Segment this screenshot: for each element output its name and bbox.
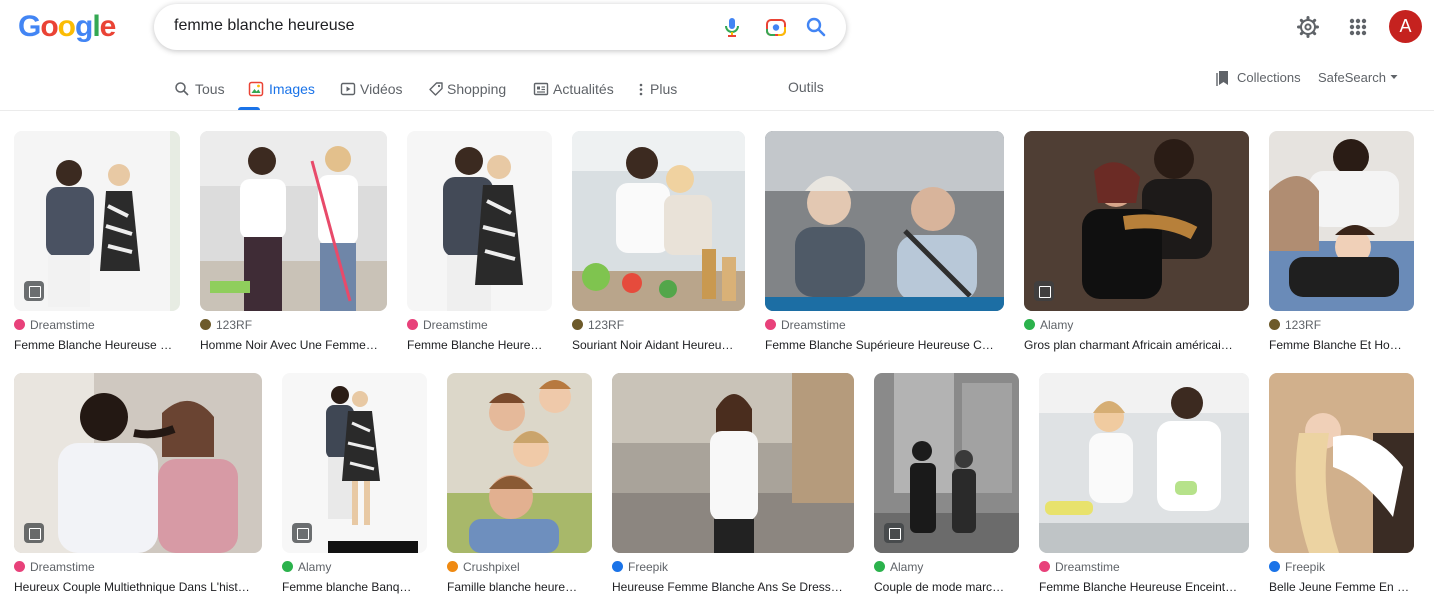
- result-thumbnail[interactable]: [282, 373, 427, 553]
- result-source[interactable]: Freepik: [612, 560, 668, 574]
- logo-letter: o: [40, 10, 58, 43]
- photo-couple-sofa: [1269, 131, 1414, 311]
- result-source[interactable]: Dreamstime: [765, 318, 846, 332]
- logo-letter: l: [92, 10, 100, 43]
- result-title[interactable]: Femme Blanche Supérieure Heureuse C…: [765, 338, 1004, 352]
- result-thumbnail[interactable]: [765, 131, 1004, 311]
- photo-couple-dishes: [1039, 373, 1249, 553]
- result-thumbnail[interactable]: [874, 373, 1019, 553]
- camera-lens-icon[interactable]: [764, 15, 788, 39]
- search-input[interactable]: femme blanche heureuse: [174, 17, 355, 35]
- result-title[interactable]: Femme Blanche Heureuse …: [14, 338, 180, 352]
- result-source[interactable]: Alamy: [1024, 318, 1073, 332]
- more-vert-icon: [639, 83, 643, 96]
- result-source[interactable]: 123RF: [1269, 318, 1321, 332]
- photo-couple-outdoor: [14, 373, 262, 553]
- image-badge-icon: [24, 281, 44, 301]
- result-title[interactable]: Heureuse Femme Blanche Ans Se Dress…: [612, 580, 854, 594]
- logo-letter: g: [75, 10, 93, 43]
- account-avatar[interactable]: A: [1389, 10, 1422, 43]
- google-logo[interactable]: Google: [18, 10, 116, 44]
- result-source[interactable]: Alamy: [874, 560, 923, 574]
- result-source[interactable]: 123RF: [200, 318, 252, 332]
- result-thumbnail[interactable]: [407, 131, 552, 311]
- search-icon: [175, 82, 189, 96]
- result-thumbnail[interactable]: [1269, 373, 1414, 553]
- result-thumbnail[interactable]: [1269, 131, 1414, 311]
- source-favicon-icon: [1024, 319, 1035, 330]
- source-favicon-icon: [572, 319, 583, 330]
- source-favicon-icon: [407, 319, 418, 330]
- result-thumbnail[interactable]: [14, 373, 262, 553]
- image-badge-icon: [292, 523, 312, 543]
- bookmark-icon: [1216, 71, 1228, 86]
- header-divider: [0, 110, 1434, 111]
- photo-couple-hug: [1024, 131, 1249, 311]
- source-favicon-icon: [612, 561, 623, 572]
- result-title[interactable]: Femme Blanche Heureuse Enceint…: [1039, 580, 1249, 594]
- gear-icon[interactable]: [1294, 10, 1322, 44]
- result-source[interactable]: Dreamstime: [407, 318, 488, 332]
- source-favicon-icon: [1039, 561, 1050, 572]
- source-favicon-icon: [1269, 561, 1280, 572]
- image-badge-icon: [884, 523, 904, 543]
- apps-grid-icon[interactable]: [1344, 10, 1372, 44]
- photo-woman-street: [612, 373, 854, 553]
- source-favicon-icon: [200, 319, 211, 330]
- logo-letter: o: [57, 10, 76, 43]
- photo-couple-kitchen: [572, 131, 745, 311]
- result-thumbnail[interactable]: [447, 373, 592, 553]
- result-title[interactable]: Femme Blanche Heure…: [407, 338, 552, 352]
- result-title[interactable]: Belle Jeune Femme En …: [1269, 580, 1414, 594]
- result-source[interactable]: Dreamstime: [14, 318, 95, 332]
- video-icon: [340, 82, 356, 96]
- source-favicon-icon: [765, 319, 776, 330]
- source-favicon-icon: [14, 561, 25, 572]
- result-thumbnail[interactable]: [1024, 131, 1249, 311]
- source-favicon-icon: [874, 561, 885, 572]
- result-thumbnail[interactable]: [14, 131, 180, 311]
- result-title[interactable]: Homme Noir Avec Une Femme…: [200, 338, 387, 352]
- search-box[interactable]: femme blanche heureuse: [154, 4, 846, 50]
- result-thumbnail[interactable]: [200, 131, 387, 311]
- news-icon: [533, 82, 549, 96]
- caret-down-icon: [1390, 75, 1398, 79]
- photo-couple-cleaning: [200, 131, 387, 311]
- result-thumbnail[interactable]: [1039, 373, 1249, 553]
- result-source[interactable]: Dreamstime: [14, 560, 95, 574]
- result-title[interactable]: Souriant Noir Aidant Heureu…: [572, 338, 745, 352]
- mic-icon[interactable]: [720, 15, 744, 39]
- result-title[interactable]: Heureux Couple Multiethnique Dans L'hist…: [14, 580, 262, 594]
- logo-letter: G: [18, 10, 41, 43]
- source-favicon-icon: [1269, 319, 1280, 330]
- photo-happy-family: [447, 373, 592, 553]
- safesearch-dropdown[interactable]: SafeSearch: [1318, 70, 1398, 85]
- result-title[interactable]: Femme blanche Banqu…: [282, 580, 418, 594]
- photo-couple-pregnant: [407, 131, 552, 311]
- photo-woman-reclining: [1269, 373, 1414, 553]
- result-source[interactable]: Freepik: [1269, 560, 1325, 574]
- image-icon: [248, 81, 264, 97]
- result-title[interactable]: Couple de mode march…: [874, 580, 1010, 594]
- search-icon[interactable]: [804, 15, 828, 39]
- result-title[interactable]: Famille blanche heureu…: [447, 580, 583, 594]
- photo-seniors-car: [765, 131, 1004, 311]
- image-badge-icon: [1034, 281, 1054, 301]
- result-source[interactable]: Crushpixel: [447, 560, 520, 574]
- result-source[interactable]: Alamy: [282, 560, 331, 574]
- source-favicon-icon: [14, 319, 25, 330]
- source-favicon-icon: [447, 561, 458, 572]
- logo-letter: e: [99, 10, 117, 43]
- result-title[interactable]: Femme Blanche Et Ho…: [1269, 338, 1414, 352]
- image-badge-icon: [24, 523, 44, 543]
- result-thumbnail[interactable]: [612, 373, 854, 553]
- tools-button[interactable]: Outils: [788, 79, 824, 95]
- result-source[interactable]: Dreamstime: [1039, 560, 1120, 574]
- result-title[interactable]: Gros plan charmant Africain américai…: [1024, 338, 1249, 352]
- source-favicon-icon: [282, 561, 293, 572]
- result-thumbnail[interactable]: [572, 131, 745, 311]
- tag-icon: [429, 82, 443, 96]
- result-source[interactable]: 123RF: [572, 318, 624, 332]
